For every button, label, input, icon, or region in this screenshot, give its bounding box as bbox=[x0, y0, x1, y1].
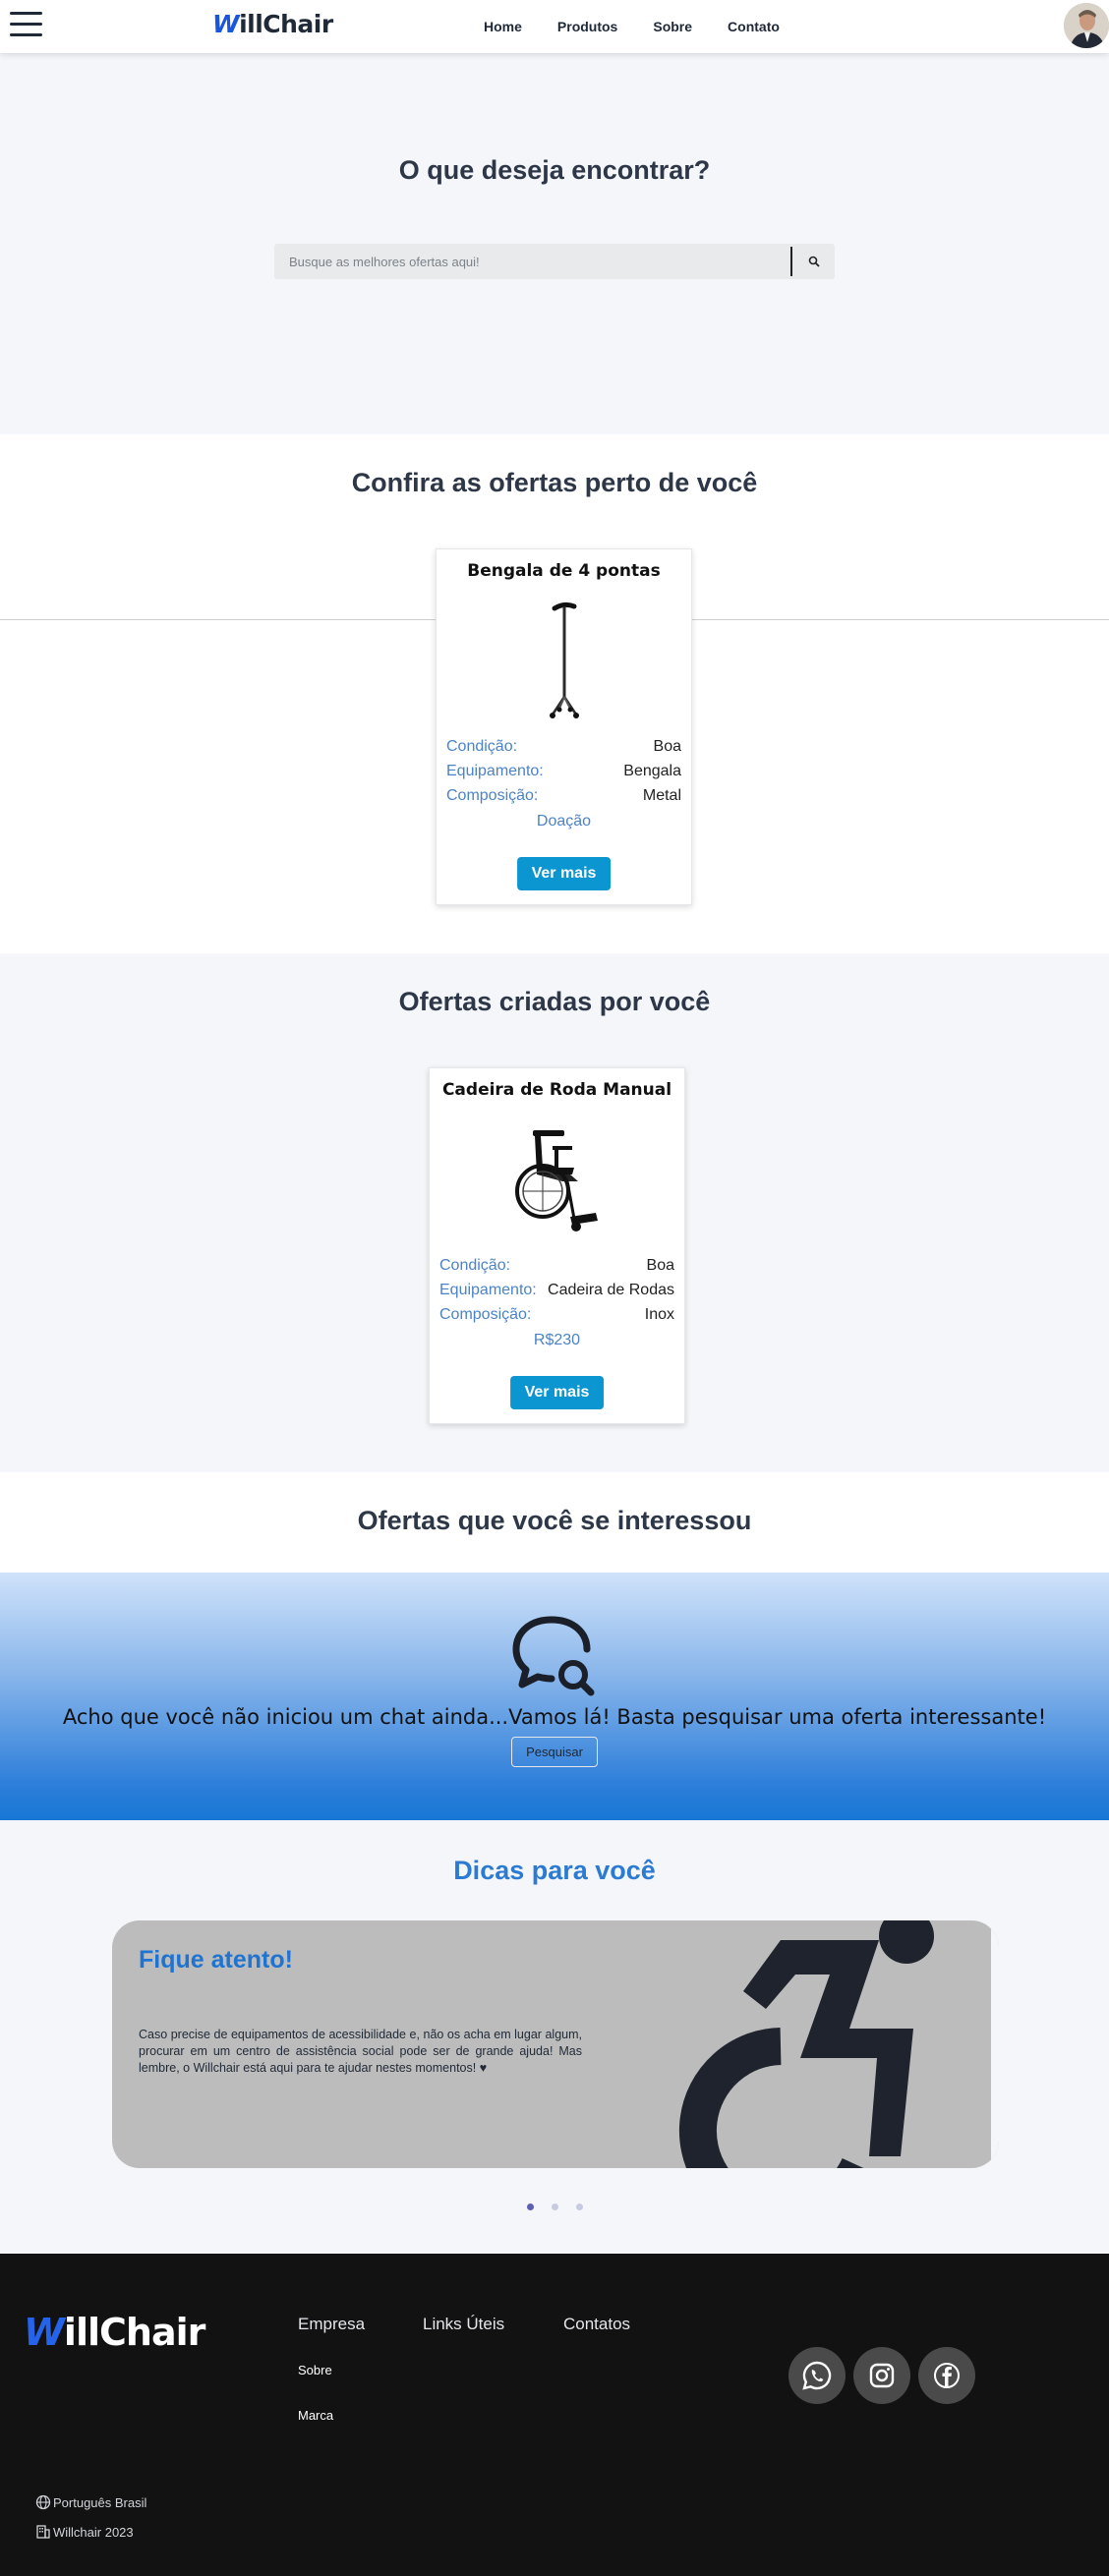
offer-card: Bengala de 4 pontas Condição: Boa Equipam… bbox=[436, 548, 692, 905]
detail-row: Equipamento: Bengala bbox=[446, 759, 681, 783]
tip-title: Fique atento! bbox=[139, 1946, 293, 1974]
card-details: Condição: Boa Equipamento: Cadeira de Roda… bbox=[439, 1253, 674, 1327]
wheelchair-image bbox=[430, 1117, 684, 1240]
detail-value: Boa bbox=[653, 738, 681, 755]
user-avatar[interactable] bbox=[1064, 3, 1109, 48]
carousel-dot[interactable] bbox=[575, 2204, 583, 2210]
instagram-icon bbox=[869, 2363, 895, 2388]
detail-label: Equipamento: bbox=[446, 763, 544, 779]
whatsapp-icon bbox=[802, 2361, 832, 2390]
nav-contato[interactable]: Contato bbox=[728, 19, 780, 34]
search-button[interactable] bbox=[792, 244, 835, 279]
footer-logo[interactable]: WillChair bbox=[24, 2311, 205, 2354]
detail-label: Composição: bbox=[439, 1306, 532, 1323]
nav-produtos[interactable]: Produtos bbox=[557, 19, 617, 34]
near-offers-section: Confira as ofertas perto de você Bengala… bbox=[0, 434, 1109, 953]
facebook-icon bbox=[934, 2363, 960, 2388]
carousel-dot[interactable] bbox=[551, 2204, 558, 2210]
search-icon bbox=[808, 256, 820, 267]
tips-section: Dicas para você Fique atento! Caso preci… bbox=[0, 1820, 1109, 2254]
menu-icon[interactable] bbox=[10, 12, 42, 39]
logo[interactable]: WillChair bbox=[212, 10, 333, 38]
detail-row: Composição: Metal bbox=[446, 783, 681, 808]
card-title: Cadeira de Roda Manual bbox=[441, 1080, 672, 1100]
footer: WillChair Empresa Links Úteis Contatos S… bbox=[0, 2254, 1109, 2576]
copyright-text: Willchair 2023 bbox=[53, 2524, 134, 2540]
language-label: Português Brasil bbox=[53, 2494, 147, 2510]
footer-logo-text: illChair bbox=[63, 2311, 205, 2354]
detail-label: Condição: bbox=[446, 738, 518, 755]
language-selector[interactable]: Português Brasil bbox=[35, 2494, 146, 2510]
detail-label: Condição: bbox=[439, 1257, 511, 1274]
footer-link-sobre[interactable]: Sobre bbox=[298, 2363, 332, 2377]
instagram-button[interactable] bbox=[853, 2347, 910, 2404]
empty-chat-message: Acho que você não iniciou um chat ainda.… bbox=[62, 1705, 1047, 1729]
detail-label: Composição: bbox=[446, 787, 539, 804]
ver-mais-button[interactable]: Ver mais bbox=[516, 857, 612, 890]
ver-mais-button[interactable]: Ver mais bbox=[509, 1376, 605, 1409]
search-input[interactable] bbox=[274, 244, 790, 279]
tips-title: Dicas para você bbox=[453, 1856, 656, 1885]
main-nav: Home Produtos Sobre Contato bbox=[484, 19, 815, 34]
search-bar bbox=[274, 244, 835, 279]
globe-icon bbox=[35, 2494, 51, 2510]
accessibility-wheelchair-icon bbox=[678, 1920, 934, 2168]
detail-label: Equipamento: bbox=[439, 1282, 537, 1298]
footer-logo-w: W bbox=[24, 2311, 65, 2354]
card-title: Bengala de 4 pontas bbox=[467, 561, 661, 581]
nav-home[interactable]: Home bbox=[484, 19, 522, 34]
nav-sobre[interactable]: Sobre bbox=[653, 19, 692, 34]
created-offers-title: Ofertas criadas por você bbox=[398, 987, 711, 1016]
cane-image bbox=[437, 599, 691, 721]
near-offers-title: Confira as ofertas perto de você bbox=[351, 468, 758, 497]
facebook-button[interactable] bbox=[918, 2347, 975, 2404]
tip-text: Caso precise de equipamentos de acessibi… bbox=[139, 2028, 582, 2075]
card-price: Doação bbox=[536, 813, 592, 830]
detail-value: Boa bbox=[646, 1257, 674, 1274]
building-icon bbox=[36, 2525, 50, 2539]
footer-col-empresa[interactable]: Empresa bbox=[298, 2315, 365, 2334]
offer-card: Cadeira de Roda Manual Condição: Boa Equi… bbox=[429, 1067, 685, 1424]
top-navbar: WillChair Home Produtos Sobre Contato bbox=[0, 0, 1109, 53]
carousel-dot[interactable] bbox=[526, 2204, 534, 2210]
detail-value: Inox bbox=[644, 1306, 674, 1323]
pesquisar-button[interactable]: Pesquisar bbox=[511, 1737, 598, 1767]
carousel-dots bbox=[0, 2204, 1109, 2210]
detail-row: Equipamento: Cadeira de Rodas bbox=[439, 1278, 674, 1302]
detail-row: Condição: Boa bbox=[446, 734, 681, 759]
detail-value: Bengala bbox=[623, 763, 681, 779]
footer-col-links[interactable]: Links Úteis bbox=[423, 2315, 504, 2334]
chat-search-icon bbox=[512, 1616, 595, 1696]
footer-col-contatos[interactable]: Contatos bbox=[563, 2315, 630, 2334]
search-hero: O que deseja encontrar? bbox=[0, 53, 1109, 434]
detail-row: Condição: Boa bbox=[439, 1253, 674, 1278]
footer-link-marca[interactable]: Marca bbox=[298, 2408, 333, 2423]
detail-value: Cadeira de Rodas bbox=[548, 1282, 674, 1298]
card-price: R$230 bbox=[533, 1332, 581, 1348]
interested-offers-title: Ofertas que você se interessou bbox=[357, 1506, 752, 1535]
whatsapp-button[interactable] bbox=[788, 2347, 846, 2404]
copyright: Willchair 2023 bbox=[35, 2524, 134, 2540]
card-details: Condição: Boa Equipamento: Bengala Composi… bbox=[446, 734, 681, 808]
detail-row: Composição: Inox bbox=[439, 1302, 674, 1327]
logo-text: illChair bbox=[239, 10, 333, 38]
hero-title: O que deseja encontrar? bbox=[398, 155, 711, 185]
logo-w: W bbox=[212, 10, 240, 38]
detail-value: Metal bbox=[642, 787, 681, 804]
tip-carousel-slide[interactable]: Fique atento! Caso precise de equipament… bbox=[112, 1920, 999, 2168]
created-offers-section: Ofertas criadas por você Cadeira de Roda… bbox=[0, 953, 1109, 1472]
interested-offers-section: Ofertas que você se interessou bbox=[0, 1472, 1109, 1573]
carousel-edge bbox=[991, 1920, 999, 2168]
empty-chat-banner: Acho que você não iniciou um chat ainda.… bbox=[0, 1573, 1109, 1820]
